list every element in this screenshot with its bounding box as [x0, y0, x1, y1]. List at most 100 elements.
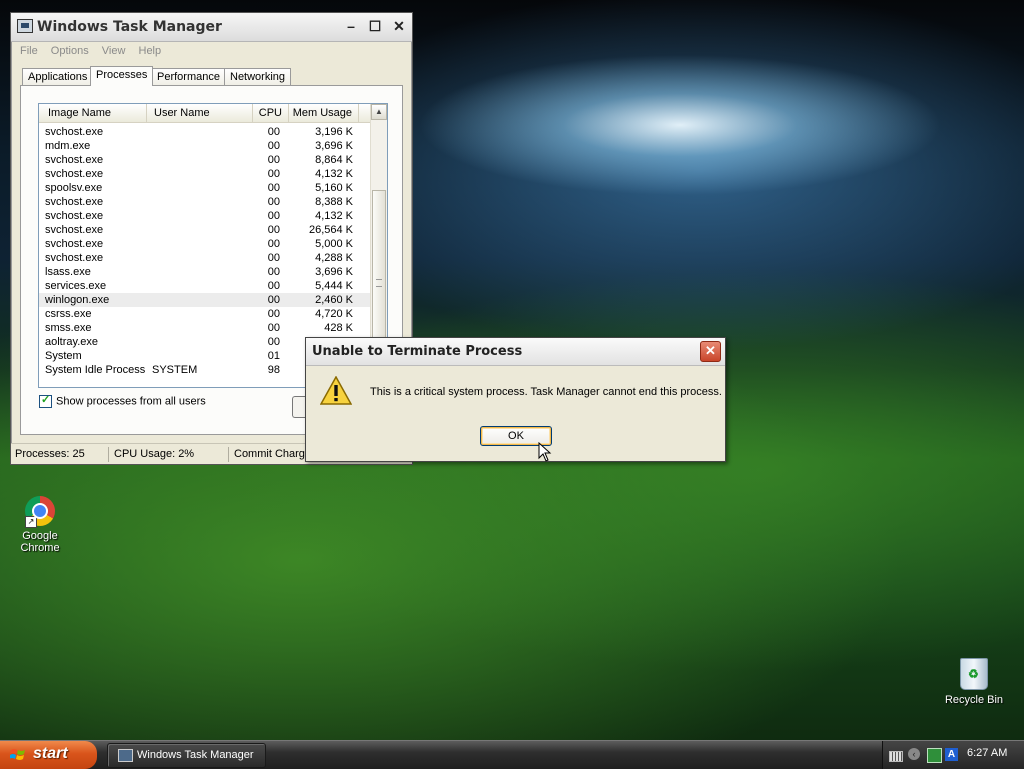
column-mem-usage[interactable]: Mem Usage [289, 104, 359, 122]
process-row[interactable]: svchost.exe 00 3,196 K [39, 125, 370, 139]
column-cpu[interactable]: CPU [253, 104, 289, 122]
process-row[interactable]: mdm.exe 00 3,696 K [39, 139, 370, 153]
chrome-icon: ↗ [25, 496, 55, 528]
process-cpu: 00 [267, 210, 280, 222]
process-row[interactable]: svchost.exe 00 5,000 K [39, 237, 370, 251]
process-name: aoltray.exe [45, 336, 98, 348]
shortcut-arrow-icon: ↗ [25, 516, 37, 528]
process-name: lsass.exe [45, 266, 91, 278]
process-cpu: 00 [267, 280, 280, 292]
process-cpu: 00 [267, 126, 280, 138]
process-row[interactable]: smss.exe 00 428 K [39, 321, 370, 335]
taskbar-button-task-manager[interactable]: Windows Task Manager [107, 743, 266, 768]
process-cpu: 00 [267, 266, 280, 278]
menu-options[interactable]: Options [46, 42, 94, 57]
process-mem: 3,196 K [315, 126, 353, 138]
process-cpu: 00 [267, 140, 280, 152]
process-user: SYSTEM [152, 364, 198, 376]
task-manager-app-icon [118, 749, 133, 762]
taskbar: start Windows Task Manager ‹ A 6:27 AM [0, 740, 1024, 769]
desktop-icon-label: Recycle Bin [944, 694, 1004, 706]
task-manager-titlebar[interactable]: Windows Task Manager – ☐ ✕ [11, 13, 412, 42]
process-cpu: 00 [267, 182, 280, 194]
taskbar-button-label: Windows Task Manager [137, 749, 254, 761]
process-name: svchost.exe [45, 126, 104, 138]
process-mem: 8,388 K [315, 196, 353, 208]
process-mem: 3,696 K [315, 140, 353, 152]
process-mem: 4,720 K [315, 308, 353, 320]
desktop-icon-recycle-bin[interactable]: ♻ Recycle Bin [940, 658, 1008, 706]
language-bar-icon[interactable]: A [945, 748, 958, 761]
tab-processes[interactable]: Processes [90, 66, 154, 86]
process-row[interactable]: services.exe 00 5,444 K [39, 279, 370, 293]
process-mem: 5,444 K [315, 280, 353, 292]
process-cpu: 00 [267, 224, 280, 236]
tab-performance[interactable]: Performance [151, 68, 226, 85]
process-cpu: 01 [267, 350, 280, 362]
process-row[interactable]: svchost.exe 00 8,388 K [39, 195, 370, 209]
tab-applications[interactable]: Applications [22, 68, 94, 85]
process-name: svchost.exe [45, 168, 104, 180]
process-row[interactable]: spoolsv.exe 00 5,160 K [39, 181, 370, 195]
start-button[interactable]: start [0, 741, 97, 769]
desktop-icon-google-chrome[interactable]: ↗ Google Chrome [2, 496, 78, 554]
process-name: System Idle Process [45, 364, 146, 376]
maximize-button[interactable]: ☐ [365, 17, 385, 37]
process-mem: 26,564 K [308, 224, 353, 236]
status-processes: Processes: 25 [11, 447, 109, 462]
process-name: svchost.exe [45, 196, 104, 208]
start-label: start [33, 745, 68, 762]
window-title: Windows Task Manager [37, 19, 222, 35]
menu-file[interactable]: File [15, 42, 43, 57]
process-name: svchost.exe [45, 238, 104, 250]
process-row[interactable]: svchost.exe 00 8,864 K [39, 153, 370, 167]
process-cpu: 00 [267, 238, 280, 250]
menu-view[interactable]: View [97, 42, 131, 57]
process-name: mdm.exe [45, 140, 91, 152]
process-row[interactable]: svchost.exe 00 26,564 K [39, 223, 370, 237]
process-mem: 2,460 K [315, 294, 353, 306]
warning-icon [320, 376, 352, 405]
process-row[interactable]: svchost.exe 00 4,132 K [39, 209, 370, 223]
dialog-close-button[interactable]: ✕ [700, 341, 721, 362]
process-mem: 4,288 K [315, 252, 353, 264]
chevron-left-icon[interactable]: ‹ [908, 748, 920, 760]
scroll-up-arrow-icon[interactable]: ▲ [371, 104, 387, 120]
process-row[interactable]: lsass.exe 00 3,696 K [39, 265, 370, 279]
process-mem: 5,160 K [315, 182, 353, 194]
process-mem: 3,696 K [315, 266, 353, 278]
process-cpu: 00 [267, 252, 280, 264]
process-name: svchost.exe [45, 210, 104, 222]
column-image-name[interactable]: Image Name [39, 104, 147, 122]
keyboard-icon[interactable] [889, 751, 903, 762]
process-row[interactable]: csrss.exe 00 4,720 K [39, 307, 370, 321]
menu-bar: File Options View Help [11, 42, 412, 60]
process-name: spoolsv.exe [45, 182, 103, 194]
process-list-header: Image Name User Name CPU Mem Usage [39, 104, 370, 123]
scrollbar-grip-icon [376, 279, 382, 287]
process-row[interactable]: svchost.exe 00 4,132 K [39, 167, 370, 181]
process-cpu: 98 [267, 364, 280, 376]
system-tray: ‹ A 6:27 AM [882, 741, 1024, 769]
show-all-users-label: Show processes from all users [56, 395, 206, 408]
clock[interactable]: 6:27 AM [967, 747, 1007, 759]
process-cpu: 00 [267, 154, 280, 166]
process-mem: 5,000 K [315, 238, 353, 250]
menu-help[interactable]: Help [134, 42, 167, 57]
minimize-button[interactable]: – [341, 17, 361, 37]
process-mem: 4,132 K [315, 210, 353, 222]
process-cpu: 00 [267, 196, 280, 208]
process-mem: 4,132 K [315, 168, 353, 180]
process-row[interactable]: svchost.exe 00 4,288 K [39, 251, 370, 265]
process-row[interactable]: winlogon.exe 00 2,460 K [39, 293, 370, 307]
column-user-name[interactable]: User Name [147, 104, 253, 122]
network-icon[interactable] [927, 748, 942, 763]
show-all-users-checkbox[interactable] [39, 393, 52, 408]
status-cpu-usage: CPU Usage: 2% [110, 447, 229, 462]
process-name: System [45, 350, 82, 362]
show-all-users-option[interactable]: Show processes from all users [39, 393, 206, 408]
error-dialog[interactable]: Unable to Terminate Process ✕ This is a … [305, 337, 726, 462]
close-button[interactable]: ✕ [389, 17, 409, 37]
tab-networking[interactable]: Networking [224, 68, 292, 85]
dialog-titlebar[interactable]: Unable to Terminate Process ✕ [306, 338, 725, 366]
